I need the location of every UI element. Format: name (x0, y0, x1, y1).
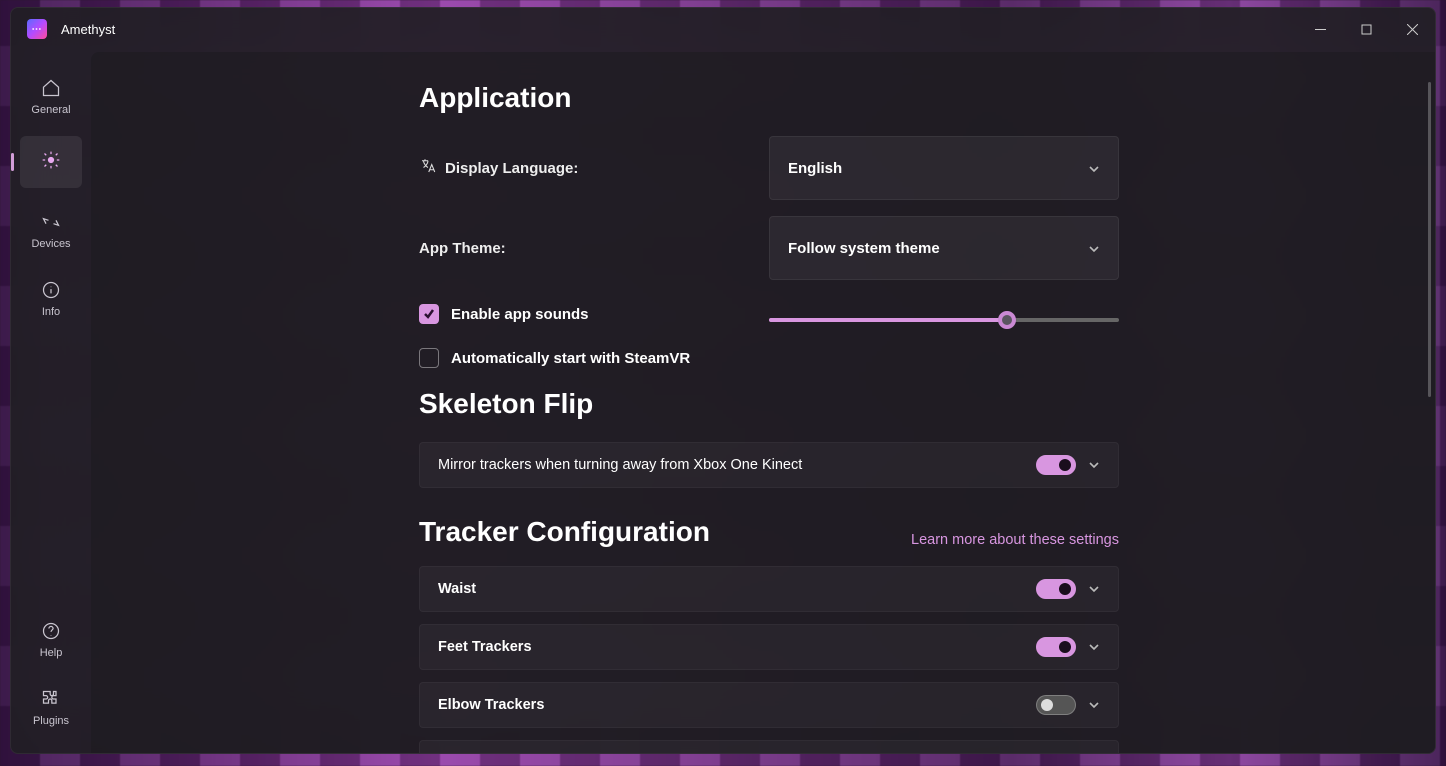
nav-label: Help (40, 647, 63, 659)
tracker-feet-card[interactable]: Feet Trackers (419, 624, 1119, 670)
tracker-elbow-card[interactable]: Elbow Trackers (419, 682, 1119, 728)
sidebar: General Devices Info (11, 50, 91, 753)
app-icon: ⋯ (27, 19, 47, 39)
plugins-icon (41, 687, 61, 711)
nav-devices[interactable]: Devices (20, 202, 82, 256)
nav-label: Devices (31, 238, 70, 250)
volume-slider[interactable] (769, 310, 1119, 330)
chevron-down-icon (1088, 162, 1100, 174)
info-icon (41, 278, 61, 302)
home-icon (41, 76, 61, 100)
section-tracker-config-title: Tracker Configuration (419, 516, 710, 548)
maximize-button[interactable] (1343, 13, 1389, 45)
chevron-down-icon (1088, 459, 1100, 471)
mirror-trackers-toggle[interactable] (1036, 455, 1076, 475)
titlebar[interactable]: ⋯ Amethyst (11, 8, 1435, 50)
nav-label: General (31, 104, 70, 116)
nav-info[interactable]: Info (20, 270, 82, 324)
nav-label: Info (42, 306, 60, 318)
scrollbar[interactable] (1428, 82, 1431, 397)
nav-label: Plugins (33, 715, 69, 727)
tracker-elbow-toggle[interactable] (1036, 695, 1076, 715)
close-button[interactable] (1389, 13, 1435, 45)
app-title: Amethyst (61, 22, 115, 37)
tracker-knee-card[interactable]: Knee Trackers (419, 740, 1119, 753)
learn-more-link[interactable]: Learn more about these settings (911, 532, 1119, 548)
chevron-down-icon (1088, 699, 1100, 711)
theme-value: Follow system theme (788, 240, 940, 257)
mirror-trackers-label: Mirror trackers when turning away from X… (438, 457, 802, 473)
theme-select[interactable]: Follow system theme (769, 216, 1119, 280)
enable-sounds-checkbox[interactable] (419, 304, 439, 324)
slider-thumb[interactable] (998, 311, 1016, 329)
minimize-button[interactable] (1297, 13, 1343, 45)
chevron-down-icon (1088, 242, 1100, 254)
nav-settings[interactable] (20, 136, 82, 188)
nav-help[interactable]: Help (20, 611, 82, 665)
section-application-title: Application (419, 82, 1119, 114)
language-value: English (788, 160, 842, 177)
chevron-down-icon (1088, 583, 1100, 595)
tracker-label: Waist (438, 581, 476, 597)
help-icon (41, 619, 61, 643)
language-label: Display Language: (445, 160, 578, 177)
theme-label: App Theme: (419, 240, 506, 257)
tracker-waist-card[interactable]: Waist (419, 566, 1119, 612)
app-window: ⋯ Amethyst General (10, 7, 1436, 754)
language-select[interactable]: English (769, 136, 1119, 200)
settings-content: Application Display Language: English (91, 52, 1435, 753)
autostart-label: Automatically start with SteamVR (451, 350, 690, 367)
nav-general[interactable]: General (20, 68, 82, 122)
section-skeleton-title: Skeleton Flip (419, 388, 1119, 420)
tracker-waist-toggle[interactable] (1036, 579, 1076, 599)
nav-plugins[interactable]: Plugins (20, 679, 82, 733)
chevron-down-icon (1088, 641, 1100, 653)
language-icon (419, 157, 437, 179)
devices-icon (41, 210, 61, 234)
enable-sounds-label: Enable app sounds (451, 306, 589, 323)
tracker-label: Elbow Trackers (438, 697, 544, 713)
tracker-label: Feet Trackers (438, 639, 532, 655)
tracker-feet-toggle[interactable] (1036, 637, 1076, 657)
mirror-trackers-card[interactable]: Mirror trackers when turning away from X… (419, 442, 1119, 488)
gear-icon (41, 148, 61, 172)
autostart-checkbox[interactable] (419, 348, 439, 368)
